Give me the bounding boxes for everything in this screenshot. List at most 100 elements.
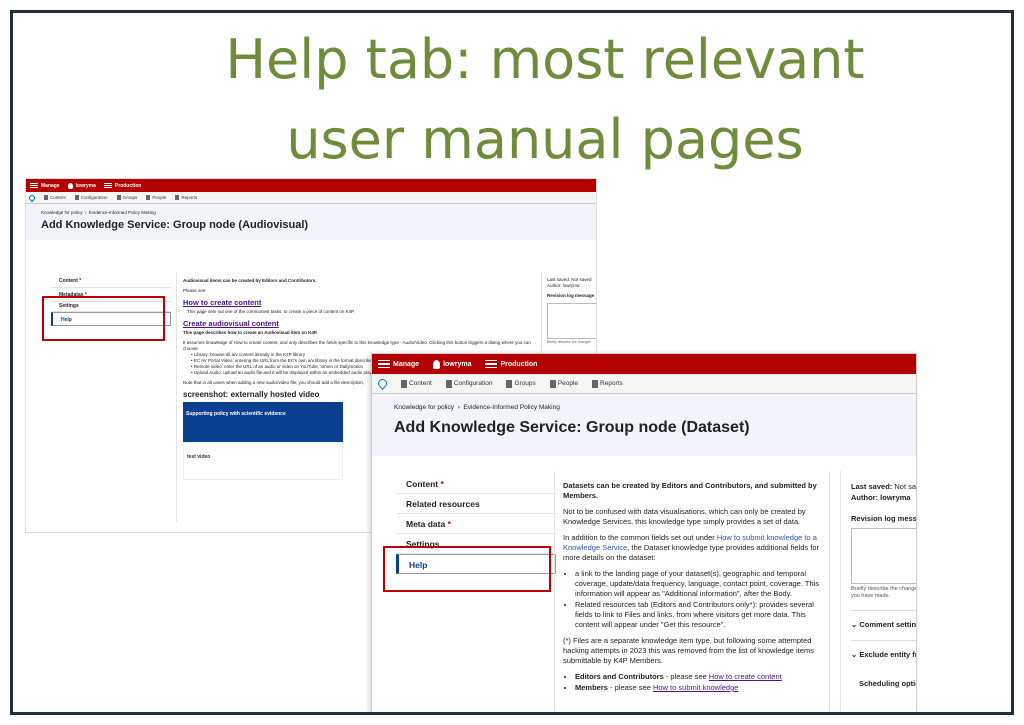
tray-label: Reports [600, 380, 623, 387]
breadcrumb: Knowledge for policy › Evidence-Informed… [394, 404, 560, 411]
user-button[interactable]: lowryma [67, 182, 96, 189]
environment-button[interactable]: Production [485, 358, 537, 371]
people-icon [549, 379, 556, 388]
text: - please see [663, 672, 709, 681]
accordion-label: Scheduling options [859, 679, 916, 688]
tray-people[interactable]: People [549, 379, 578, 388]
link2-description: This page describes how to create an Aud… [183, 330, 318, 335]
tray-content[interactable]: Content [44, 195, 66, 200]
tray-configuration[interactable]: Configuration [74, 195, 108, 200]
meta-sidebar: Last saved: Not saved Author: lowryma Re… [541, 272, 596, 362]
last-saved: Last saved: Not saved [851, 481, 917, 492]
content-icon [401, 379, 407, 388]
help-content: Datasets can be created by Editors and C… [554, 471, 830, 712]
tray-label: Reports [181, 195, 198, 200]
tray-label: Content [50, 195, 66, 200]
page-header: Knowledge for policy › Evidence-Informed… [372, 394, 916, 456]
help-tab-highlight [42, 296, 165, 341]
page-title: Add Knowledge Service: Group node (Audio… [41, 219, 309, 231]
slide: Help tab: most relevant user manual page… [10, 10, 1014, 715]
role-label: Editors and Contributors [575, 672, 664, 681]
required-marker: * [447, 519, 451, 529]
last-saved-value: Not saved [894, 482, 917, 491]
revision-label: Revision log message [851, 514, 917, 523]
tab-meta-data[interactable]: Meta data * [396, 514, 556, 534]
accordion-exclude-entity[interactable]: ⌄ Exclude entity from [851, 640, 916, 660]
tray-label: Groups [122, 195, 138, 200]
breadcrumb-item[interactable]: Evidence-Informed Policy Making [463, 404, 559, 411]
intro-text: Audiovisual items can be created by Edit… [183, 278, 317, 283]
tab-label: Content [406, 479, 439, 489]
list-item: Members - please see How to submit knowl… [575, 683, 821, 693]
required-marker: * [440, 479, 444, 489]
tab-related-resources[interactable]: Related resources [396, 494, 556, 514]
please-see-text: Please see: [183, 288, 207, 293]
user-label: lowryma [75, 182, 96, 189]
revision-textarea[interactable] [851, 528, 916, 584]
environment-button[interactable]: Production [103, 182, 141, 189]
help-tab-highlight [383, 546, 551, 592]
scheduling-options[interactable]: Scheduling options [851, 670, 916, 689]
dataset-fields-list: a link to the landing page of your datas… [575, 569, 821, 630]
user-label: lowryma [443, 360, 472, 368]
drupal-icon[interactable] [27, 193, 37, 202]
manage-button[interactable]: Manage [30, 182, 60, 189]
tray-groups[interactable]: Groups [506, 379, 536, 388]
revision-textarea[interactable] [547, 303, 596, 339]
meta-sidebar: Last saved: Not saved Author: lowryma Re… [840, 471, 917, 712]
preview-title: test video [187, 454, 211, 460]
link1-description: This page sets out one of the commonest … [187, 309, 355, 314]
breadcrumb-item[interactable]: Knowledge for policy [394, 404, 454, 411]
admin-toolbar: Manage lowryma Production [26, 179, 596, 192]
groups-icon [506, 379, 513, 388]
screenshot-dataset: Manage lowryma Production Content Config… [371, 353, 917, 712]
role-label: Members [575, 683, 608, 692]
tray-reports[interactable]: Reports [175, 195, 197, 200]
wrench-icon [74, 195, 79, 200]
groups-icon [116, 195, 121, 200]
tray-label: People [152, 195, 167, 200]
tray-reports[interactable]: Reports [592, 379, 623, 388]
drupal-icon[interactable] [376, 377, 389, 390]
accordion-label: Exclude entity from [859, 650, 916, 659]
list-item: a link to the landing page of your datas… [575, 569, 821, 599]
revision-hint: Briefly describe the changes [547, 340, 591, 344]
text: In addition to the common fields set out… [563, 533, 717, 542]
admin-tray: Content Configuration Groups People Repo… [372, 374, 916, 394]
page-header: Knowledge for policy › Evidence-Informed… [26, 204, 596, 240]
how-to-create-content-link[interactable]: How to create content [709, 672, 782, 681]
menu-icon [378, 358, 390, 371]
breadcrumb-item[interactable]: Evidence-Informed Policy Making [89, 210, 156, 215]
tray-groups[interactable]: Groups [116, 195, 138, 200]
tab-content[interactable]: Content * [396, 474, 556, 494]
tray-people[interactable]: People [146, 195, 166, 200]
tab-content[interactable]: Content * [51, 274, 171, 288]
accordion-comment-settings[interactable]: ⌄ Comment settings [851, 610, 917, 630]
slide-title-line2: user manual pages [286, 108, 804, 171]
tray-content[interactable]: Content [401, 379, 432, 388]
admin-toolbar: Manage lowryma Production [372, 354, 916, 374]
how-to-submit-knowledge-link[interactable]: How to submit knowledge [653, 683, 738, 692]
breadcrumb-item[interactable]: Knowledge for policy [41, 210, 83, 215]
page-title: Add Knowledge Service: Group node (Datas… [394, 419, 750, 436]
how-to-create-content-link[interactable]: How to create content [183, 297, 536, 309]
paragraph: In addition to the common fields set out… [563, 533, 821, 563]
revision-hint: Briefly describe the changes you have ma… [851, 586, 917, 599]
tray-configuration[interactable]: Configuration [445, 379, 492, 388]
create-audiovisual-content-link[interactable]: Create audiovisual content [183, 318, 536, 330]
tray-label: Content [409, 380, 432, 387]
text: - please see [607, 683, 653, 692]
tray-label: Configuration [80, 195, 108, 200]
breadcrumb: Knowledge for policy › Evidence-Informed… [41, 210, 156, 215]
tray-label: Groups [514, 380, 536, 387]
user-button[interactable]: lowryma [433, 359, 472, 369]
list-item: Related resources tab (Editors and Contr… [575, 600, 821, 630]
accordion-label: Comment settings [859, 620, 917, 629]
admin-tray: Content Configuration Groups People Repo… [26, 192, 596, 204]
manage-label: Manage [393, 360, 420, 368]
environment-icon [103, 182, 112, 189]
tab-label: Content [59, 278, 78, 284]
manage-button[interactable]: Manage [378, 358, 419, 371]
video-preview: test video [183, 442, 343, 480]
menu-icon [30, 182, 38, 189]
